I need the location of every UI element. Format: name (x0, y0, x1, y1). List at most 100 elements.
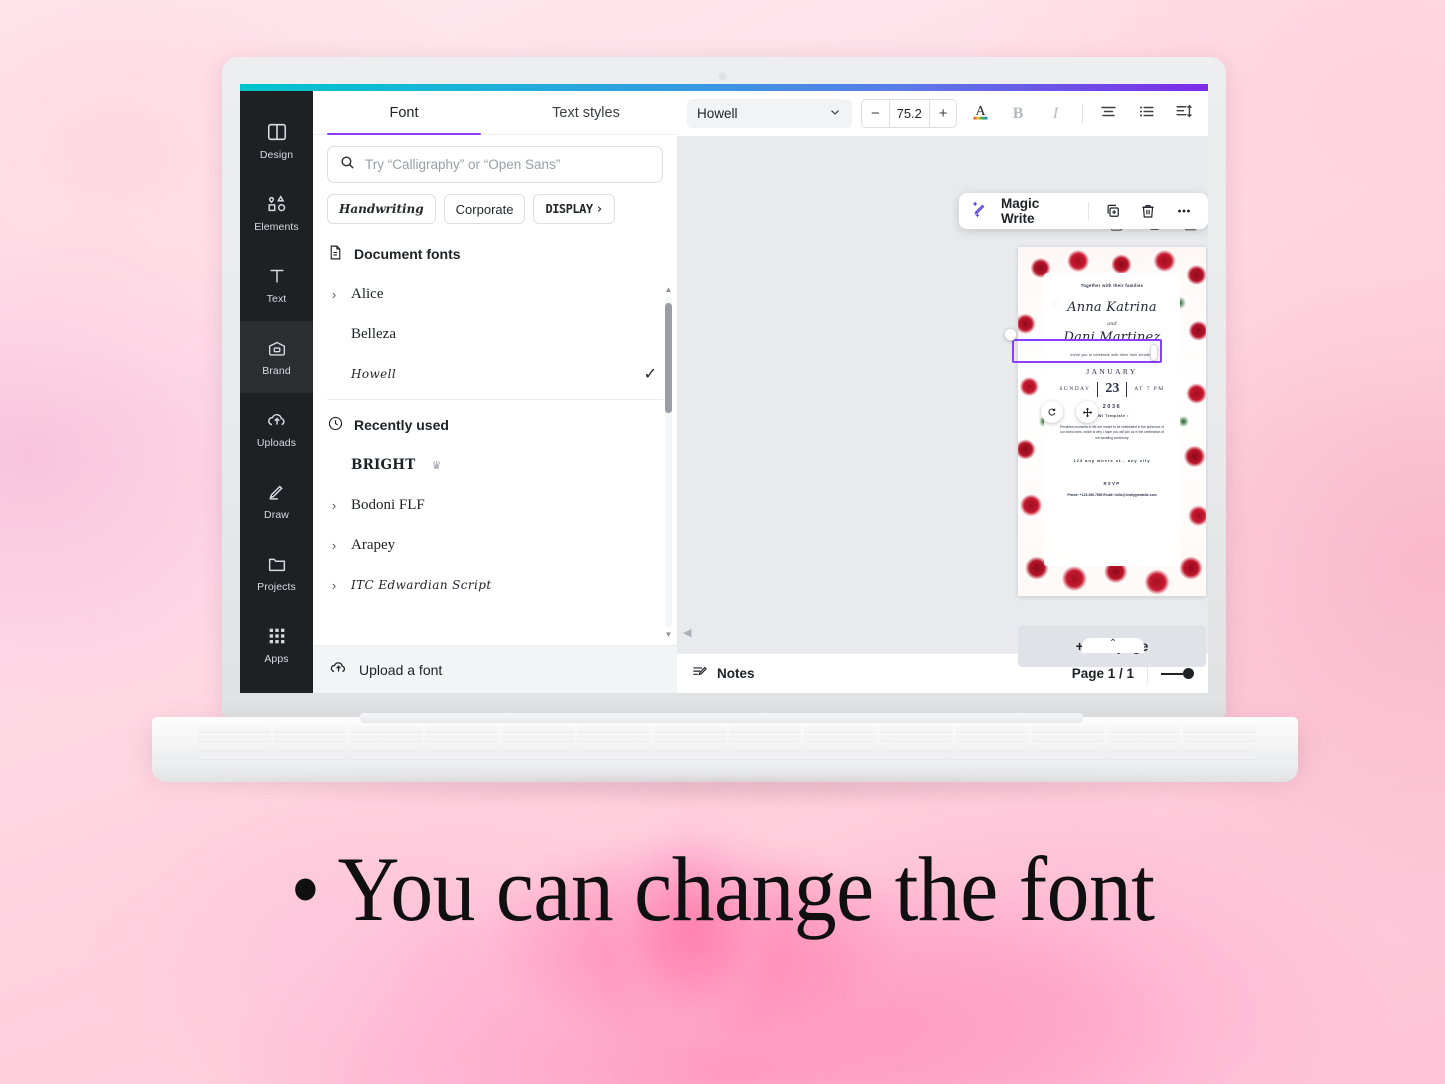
more-dots-icon[interactable] (1172, 199, 1196, 223)
font-name-belleza: Belleza (351, 326, 396, 343)
sidebar-item-draw[interactable]: Draw (240, 465, 313, 537)
left-nav-rail: Design Elements (240, 91, 313, 693)
bullet-list-button[interactable] (1132, 99, 1160, 128)
document-icon (327, 244, 344, 264)
zoom-slider-track[interactable] (1161, 673, 1183, 675)
zoom-slider-knob[interactable] (1183, 668, 1194, 679)
font-item-arapey[interactable]: › Arapey (327, 525, 663, 565)
italic-button[interactable]: I (1041, 99, 1069, 128)
text-color-button[interactable]: A (966, 99, 994, 128)
scroll-left-icon[interactable]: ◀ (683, 626, 691, 639)
key (1107, 744, 1180, 751)
sidebar-item-text[interactable]: Text (240, 249, 313, 321)
zoom-slider[interactable] (1161, 668, 1194, 679)
key (425, 726, 498, 733)
selection-handle-right[interactable] (1150, 344, 1158, 361)
move-handle[interactable] (1076, 401, 1098, 423)
laptop-mockup: Design Elements (0, 0, 1445, 800)
line-spacing-button[interactable] (1170, 99, 1198, 128)
bold-label: B (1013, 105, 1024, 123)
invitation-time: AT 7 PM (1134, 386, 1164, 392)
invitation-weekday: SUNDAY (1059, 386, 1090, 392)
font-size-value[interactable]: 75.2 (889, 100, 930, 127)
sidebar-label-uploads: Uploads (257, 437, 296, 449)
font-item-alice[interactable]: › Alice (327, 274, 663, 314)
notes-button[interactable]: Notes (691, 663, 755, 685)
folder-icon (266, 553, 288, 575)
upload-a-font-button[interactable]: Upload a font (313, 645, 677, 693)
chip-display[interactable]: DISPLAY › (533, 194, 614, 224)
key (274, 726, 347, 733)
key (1183, 735, 1256, 742)
font-size-increase-button[interactable]: + (930, 100, 956, 127)
sidebar-item-brand[interactable]: Brand (240, 321, 313, 393)
sidebar-item-design[interactable]: Design (240, 105, 313, 177)
tab-text-styles[interactable]: Text styles (495, 91, 677, 134)
key (804, 744, 877, 751)
key (956, 726, 1029, 733)
key (501, 744, 574, 751)
tab-font[interactable]: Font (313, 91, 495, 134)
chip-corporate[interactable]: Corporate (444, 194, 526, 224)
font-family-select[interactable]: Howell (687, 99, 852, 128)
key (956, 744, 1029, 751)
key (274, 735, 347, 742)
panel-scrollbar[interactable]: ▲ ▼ (663, 286, 674, 639)
laptop-hinge (360, 713, 1083, 723)
key (198, 744, 271, 751)
duplicate-icon[interactable] (1101, 199, 1125, 223)
chip-handwriting[interactable]: Handwriting (327, 194, 436, 224)
chevron-right-icon[interactable]: › (327, 287, 341, 302)
key (425, 735, 498, 742)
invitation-month: JANUARY (1044, 367, 1180, 376)
font-size-stepper[interactable]: − 75.2 + (861, 99, 957, 128)
font-item-howell[interactable]: › Howell ✓ (327, 354, 663, 394)
invitation-contact: Phone: +123.456.7890 Email: hello@really… (1044, 493, 1180, 498)
notes-icon (691, 663, 708, 685)
font-list[interactable]: Document fonts › Alice › Belleza › Howel… (313, 234, 677, 645)
font-size-decrease-button[interactable]: − (862, 100, 888, 127)
key (804, 735, 877, 742)
font-item-bodoni-flf[interactable]: › Bodoni FLF (327, 485, 663, 525)
chevron-right-icon[interactable]: › (327, 578, 341, 593)
chevron-right-icon[interactable]: › (327, 498, 341, 513)
font-name-itc-edwardian-script: ITC Edwardian Script (351, 578, 492, 592)
font-item-bright[interactable]: › BRIGHT ♛ (327, 445, 663, 485)
font-name-arapey: Arapey (351, 537, 395, 554)
sidebar-item-uploads[interactable]: Uploads (240, 393, 313, 465)
search-input[interactable]: Try “Calligraphy” or “Open Sans” (327, 146, 663, 183)
key (425, 744, 498, 751)
chevron-right-icon[interactable]: › (327, 538, 341, 553)
grid-apps-icon (266, 625, 288, 647)
sidebar-item-apps[interactable]: Apps (240, 609, 313, 681)
key (501, 735, 574, 742)
sidebar-label-text: Text (267, 293, 287, 305)
align-button[interactable] (1095, 99, 1123, 128)
collapse-panel-button[interactable]: ⌃ (1082, 638, 1144, 653)
shapes-icon (266, 193, 288, 215)
trash-icon[interactable] (1136, 199, 1160, 223)
scroll-up-icon[interactable]: ▲ (665, 286, 673, 294)
bold-button[interactable]: B (1004, 99, 1032, 128)
scroll-down-icon[interactable]: ▼ (665, 631, 673, 639)
key (1183, 744, 1256, 751)
sidebar-item-elements[interactable]: Elements (240, 177, 313, 249)
chevron-right-icon[interactable]: › (596, 202, 603, 217)
selection-handle-left[interactable] (1004, 328, 1017, 341)
font-item-itc-edwardian-script[interactable]: › ITC Edwardian Script (327, 565, 663, 605)
upload-cloud-icon (329, 658, 348, 682)
brand-card-icon (266, 337, 288, 359)
notes-label: Notes (717, 666, 755, 681)
key (577, 726, 650, 733)
font-item-belleza[interactable]: › Belleza (327, 314, 663, 354)
sidebar-item-projects[interactable]: Projects (240, 537, 313, 609)
status-right-group: Page 1 / 1 (1072, 665, 1194, 683)
key (350, 735, 423, 742)
scrollbar-track[interactable] (665, 297, 672, 628)
key (350, 744, 423, 751)
toolbar-divider (1088, 202, 1089, 220)
scrollbar-thumb[interactable] (665, 303, 672, 413)
rotate-handle[interactable] (1041, 401, 1063, 423)
text-selection-box[interactable] (1012, 339, 1162, 363)
invitation-name-1[interactable]: Anna Katrina (1044, 300, 1180, 315)
